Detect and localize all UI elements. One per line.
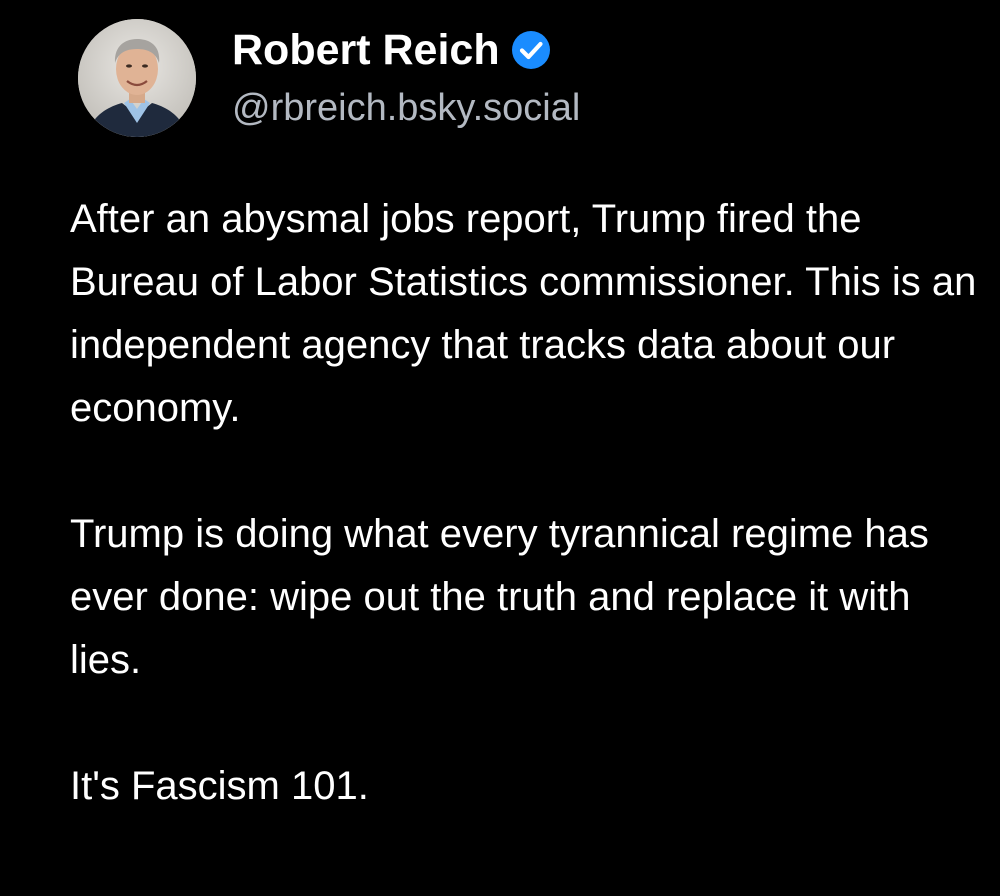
post-paragraph: It's Fascism 101. bbox=[70, 764, 369, 808]
post: Robert Reich @rbreich.bsky.social After … bbox=[0, 0, 1000, 896]
verified-badge-icon bbox=[510, 29, 552, 71]
post-paragraph: Trump is doing what every tyrannical reg… bbox=[70, 512, 929, 682]
author-name-text[interactable]: Robert Reich bbox=[232, 22, 500, 78]
post-paragraph: After an abysmal jobs report, Trump fire… bbox=[70, 197, 977, 430]
author-handle[interactable]: @rbreich.bsky.social bbox=[232, 82, 580, 134]
post-text: After an abysmal jobs report, Trump fire… bbox=[70, 188, 990, 818]
author-name[interactable]: Robert Reich bbox=[232, 22, 552, 78]
author-avatar[interactable] bbox=[78, 19, 196, 137]
